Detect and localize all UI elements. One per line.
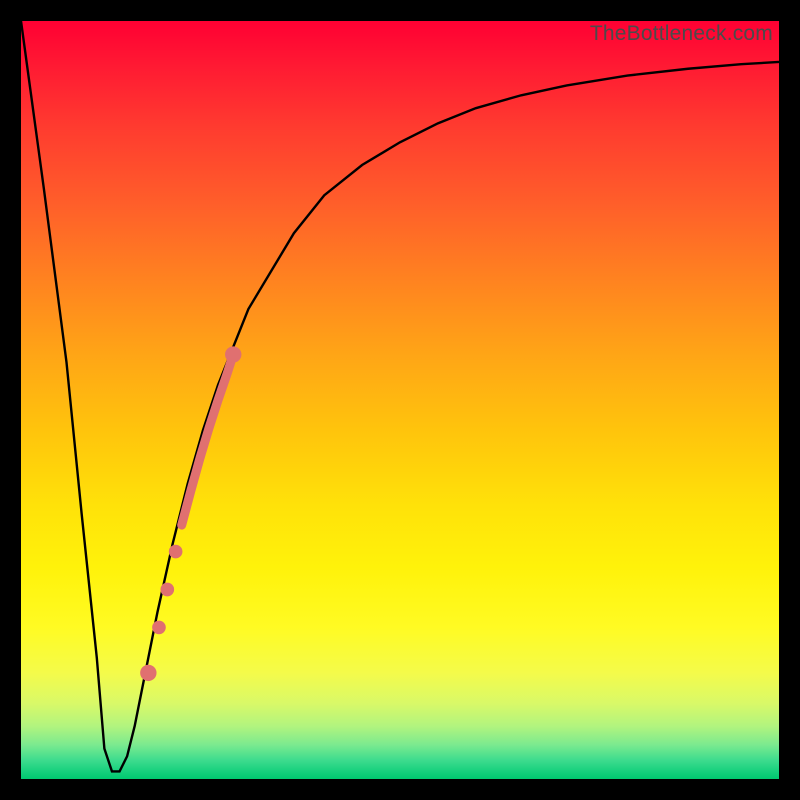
marker-dot-2 (160, 583, 174, 597)
marker-segment-start (140, 665, 156, 681)
bottleneck-chart (21, 21, 779, 779)
marker-dot-3 (169, 545, 183, 559)
marker-segment-end (225, 346, 241, 362)
bottleneck-curve (21, 21, 779, 771)
watermark-text: TheBottleneck.com (590, 22, 773, 46)
chart-frame: TheBottleneck.com (0, 0, 800, 800)
highlighted-range (182, 355, 234, 526)
marker-dots (140, 346, 241, 681)
plot-area: TheBottleneck.com (21, 21, 779, 779)
marker-dot-1 (152, 621, 166, 635)
